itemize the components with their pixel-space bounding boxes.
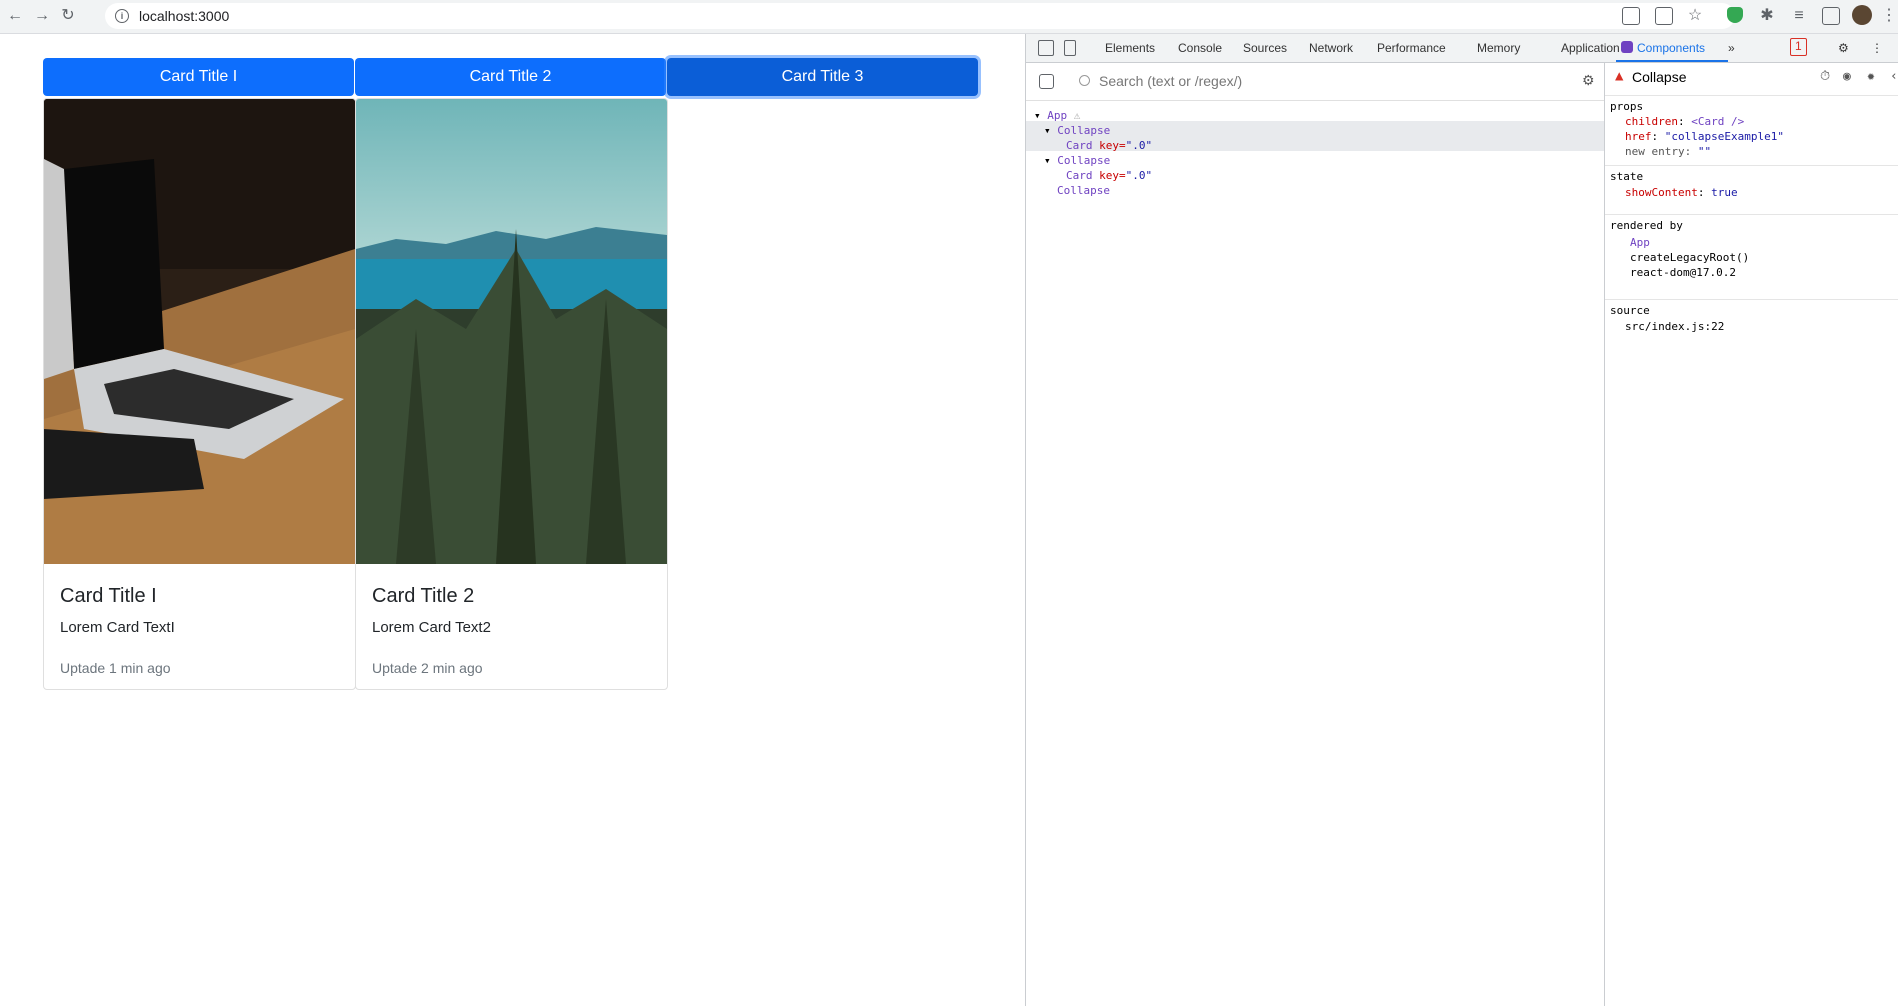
card-2: Card Title 2 Lorem Card Text2 Uptade 2 m… <box>355 98 668 690</box>
card-text: Lorem Card TextI <box>60 619 175 636</box>
reading-list-icon[interactable]: ≡ <box>1790 7 1808 25</box>
tree-node-card-1[interactable]: Card key=".0" <box>1066 139 1152 152</box>
bug-icon[interactable]: ✹ <box>1867 69 1875 84</box>
card-title: Card Title I <box>60 585 157 607</box>
translate-icon[interactable] <box>1622 7 1640 25</box>
error-count-badge[interactable]: 1 <box>1790 38 1807 56</box>
component-tree: Search (text or /regex/) ⚙ ▾ App ⚠ ▾ Col… <box>1026 63 1605 1006</box>
warning-icon: ▲ <box>1615 68 1624 84</box>
page-viewport: Card Title I Card Title 2 Card Title 3 C… <box>0 34 1025 1006</box>
tree-node-collapse-1[interactable]: ▾ Collapse <box>1044 124 1110 137</box>
rendered-by-header: rendered by <box>1610 219 1683 232</box>
tab-network[interactable]: Network <box>1309 41 1353 55</box>
reload-icon[interactable]: ↻ <box>59 7 77 25</box>
collapse-button-1[interactable]: Card Title I <box>43 58 354 96</box>
tree-node-card-2[interactable]: Card key=".0" <box>1066 169 1152 182</box>
card-1: Card Title I Lorem Card TextI Uptade 1 m… <box>43 98 356 690</box>
side-panel-icon[interactable] <box>1822 7 1840 25</box>
selected-tab-indicator <box>1616 60 1728 62</box>
eye-icon[interactable]: ◉ <box>1843 69 1851 84</box>
devtools-panel: Elements Console Sources Network Perform… <box>1025 34 1898 1006</box>
search-icon <box>1079 75 1090 86</box>
search-input[interactable]: Search (text or /regex/) <box>1099 73 1242 89</box>
tab-elements[interactable]: Elements <box>1105 41 1155 55</box>
info-icon[interactable]: i <box>115 9 129 23</box>
avatar[interactable] <box>1852 5 1872 25</box>
inspect-element-icon[interactable] <box>1038 40 1054 56</box>
tab-console[interactable]: Console <box>1178 41 1222 55</box>
extensions-puzzle-icon[interactable]: ✱ <box>1758 7 1776 25</box>
rendered-by-item: createLegacyRoot() <box>1630 251 1750 264</box>
card-text: Lorem Card Text2 <box>372 619 491 636</box>
search-row: Search (text or /regex/) ⚙ <box>1026 63 1604 101</box>
tab-application[interactable]: Application <box>1561 41 1620 55</box>
rendered-by-section: rendered by App createLegacyRoot() react… <box>1605 214 1898 279</box>
tab-memory[interactable]: Memory <box>1477 41 1520 55</box>
card-footer-text: Uptade 2 min ago <box>372 660 483 676</box>
state-row[interactable]: showContent: true <box>1625 186 1738 199</box>
inspected-component-name: Collapse <box>1632 69 1687 85</box>
stopwatch-icon[interactable]: ⏱ <box>1820 69 1830 84</box>
prop-row[interactable]: href: "collapseExample1" <box>1625 130 1784 143</box>
props-header: props <box>1610 100 1644 113</box>
tree-node-collapse-3[interactable]: Collapse <box>1057 184 1110 197</box>
devtools-tabbar: Elements Console Sources Network Perform… <box>1026 34 1898 63</box>
source-location[interactable]: src/index.js:22 <box>1625 320 1724 333</box>
devtools-menu-icon[interactable]: ⋮ <box>1871 41 1883 55</box>
more-tabs-icon[interactable]: » <box>1728 41 1735 55</box>
tab-sources[interactable]: Sources <box>1243 41 1287 55</box>
rendered-by-item: react-dom@17.0.2 <box>1630 266 1736 279</box>
back-icon[interactable]: ← <box>6 7 24 25</box>
tab-components[interactable]: Components <box>1637 41 1705 55</box>
collapse-button-3[interactable]: Card Title 3 <box>667 58 978 96</box>
rendered-by-app-link[interactable]: App <box>1630 236 1650 249</box>
device-toolbar-icon[interactable] <box>1064 40 1076 56</box>
inspector-pane: ▲ Collapse ⏱ ◉ ✹ ‹ props children: <Card… <box>1605 63 1898 1006</box>
source-section: source src/index.js:22 <box>1605 299 1898 340</box>
forward-icon[interactable]: → <box>33 7 51 25</box>
tree-settings-gear-icon[interactable]: ⚙ <box>1582 72 1598 88</box>
forest-lake-image <box>356 99 667 564</box>
react-components-icon <box>1621 41 1633 53</box>
browser-toolbar: ← → ↻ i localhost:3000 ☆ ✱ ≡ ⋮ <box>0 0 1898 34</box>
bookmark-star-icon[interactable]: ☆ <box>1686 7 1704 25</box>
state-header: state <box>1610 170 1644 183</box>
state-section: state showContent: true <box>1605 165 1898 201</box>
source-header: source <box>1610 304 1650 317</box>
settings-gear-icon[interactable]: ⚙ <box>1838 41 1849 55</box>
tree-node-collapse-2[interactable]: ▾ Collapse <box>1044 154 1110 167</box>
source-code-icon[interactable]: ‹ <box>1890 69 1898 84</box>
laptop-desk-image <box>44 99 355 564</box>
card-title: Card Title 2 <box>372 585 475 607</box>
new-prop-entry[interactable]: new entry: "" <box>1625 145 1711 158</box>
props-section: props children: <Card /> href: "collapse… <box>1605 95 1898 158</box>
select-component-icon[interactable] <box>1039 74 1054 89</box>
menu-kebab-icon[interactable]: ⋮ <box>1880 7 1898 25</box>
address-bar[interactable]: i localhost:3000 <box>105 3 1735 29</box>
tab-performance[interactable]: Performance <box>1377 41 1446 55</box>
shield-extension-icon[interactable] <box>1727 7 1743 23</box>
prop-row[interactable]: children: <Card /> <box>1625 115 1744 128</box>
collapse-button-2[interactable]: Card Title 2 <box>355 58 666 96</box>
share-icon[interactable] <box>1655 7 1673 25</box>
card-footer-text: Uptade 1 min ago <box>60 660 171 676</box>
url-text: localhost:3000 <box>139 8 230 24</box>
